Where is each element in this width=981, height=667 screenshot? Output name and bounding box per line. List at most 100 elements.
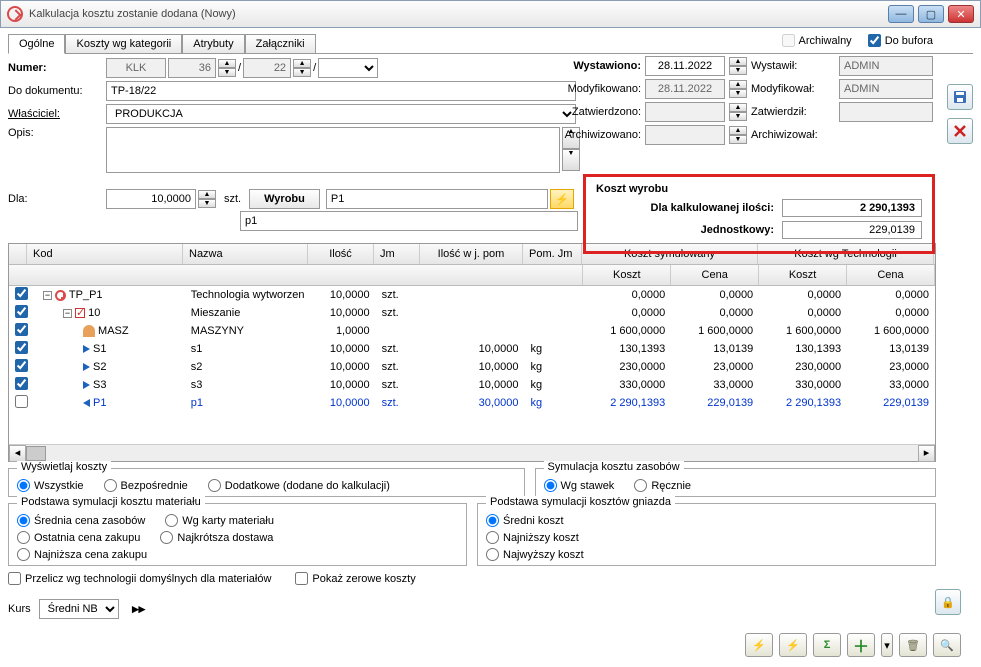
row-checkbox[interactable] [15, 341, 28, 354]
numer-n1-spin[interactable]: ▲▼ [218, 59, 236, 77]
add-button[interactable]: ＋ [847, 633, 875, 657]
radio-najnizsza[interactable]: Najniższa cena zakupu [17, 548, 147, 561]
kurs-next-button[interactable]: ▸▸ [127, 597, 151, 621]
gh-ilosc[interactable]: Ilość [308, 244, 374, 264]
wysw-legend: Wyświetlaj koszty [17, 461, 111, 473]
check-icon [75, 308, 85, 318]
radio-ostatnia[interactable]: Ostatnia cena zakupu [17, 531, 140, 544]
sym-legend: Symulacja kosztu zasobów [544, 461, 684, 473]
wlasciciel-label[interactable]: Właściciel: [8, 108, 104, 120]
wyrobu-button[interactable]: Wyrobu [249, 189, 320, 209]
table-row[interactable]: P1p110,0000szt.30,0000kg2 290,1393229,01… [9, 394, 935, 412]
radio-recznie[interactable]: Ręcznie [634, 479, 691, 492]
gh-pomjm[interactable]: Pom. Jm [523, 244, 582, 264]
numer-n1[interactable] [168, 58, 216, 78]
add-dropdown[interactable]: ▾ [881, 633, 893, 657]
radio-najnizszy-koszt[interactable]: Najniższy koszt [486, 531, 579, 544]
modyf-spin: ▲▼ [729, 80, 747, 98]
zoom-button[interactable]: 🔍 [933, 633, 961, 657]
numer-n2[interactable] [243, 58, 291, 78]
wyrobu-desc-field[interactable] [240, 211, 578, 231]
dla-spin[interactable]: ▲▼ [198, 190, 216, 208]
lock-button[interactable]: 🔒 [935, 589, 961, 615]
tree-expand[interactable]: − [43, 291, 52, 300]
modyf-label: Modyfikowano: [551, 83, 641, 95]
row-checkbox[interactable] [15, 287, 28, 300]
wyrobu-field[interactable] [326, 189, 548, 209]
dla-field[interactable] [106, 189, 196, 209]
przelicz-checkbox[interactable]: Przelicz wg technologii domyślnych dla m… [8, 572, 271, 585]
arch-label: Archiwizowano: [551, 129, 641, 141]
gh-iloscp[interactable]: Ilość w j. pom [420, 244, 523, 264]
bolt-green-button[interactable]: ⚡ [779, 633, 807, 657]
numer-n2-spin[interactable]: ▲▼ [293, 59, 311, 77]
pokaz-checkbox[interactable]: Pokaż zerowe koszty [295, 572, 415, 585]
gh-k2[interactable]: Koszt [759, 265, 847, 285]
sigma-button[interactable]: Σ [813, 633, 841, 657]
archiwalny-label: Archiwalny [799, 35, 852, 47]
wystawiono-spin[interactable]: ▲▼ [729, 57, 747, 75]
archiwalny-checkbox[interactable]: Archiwalny [782, 34, 852, 47]
wlasciciel-select[interactable]: PRODUKCJA [106, 104, 576, 124]
gh-c2[interactable]: Cena [847, 265, 935, 285]
tab-zalaczniki[interactable]: Załączniki [245, 34, 316, 53]
koszt-jedn-label: Jednostkowy: [701, 224, 774, 236]
mat-legend: Podstawa symulacji kosztu materiału [17, 496, 205, 508]
dla-jm: szt. [224, 193, 241, 205]
radio-sredni-koszt[interactable]: Średni koszt [486, 514, 564, 527]
gni-legend: Podstawa symulacji kosztów gniazda [486, 496, 675, 508]
close-button[interactable]: ✕ [948, 5, 974, 23]
tab-koszty[interactable]: Koszty wg kategorii [65, 34, 182, 53]
save-button[interactable] [947, 84, 973, 110]
row-checkbox[interactable] [15, 305, 28, 318]
app-icon [7, 6, 23, 22]
radio-najwyzszy-koszt[interactable]: Najwyższy koszt [486, 548, 584, 561]
radio-wgkarty[interactable]: Wg karty materiału [165, 514, 274, 527]
cancel-button[interactable] [947, 118, 973, 144]
radio-srednia[interactable]: Średnia cena zasobów [17, 514, 145, 527]
zatw-date [645, 102, 725, 122]
table-row[interactable]: − 10Mieszanie10,0000szt.0,00000,00000,00… [9, 304, 935, 322]
opis-field[interactable] [106, 127, 560, 173]
gh-k1[interactable]: Koszt [583, 265, 671, 285]
row-checkbox[interactable] [15, 359, 28, 372]
tab-ogolne[interactable]: Ogólne [8, 34, 65, 54]
row-checkbox[interactable] [15, 395, 28, 408]
gh-kod[interactable]: Kod [27, 244, 183, 264]
bolt-orange-button[interactable]: ⚡ [745, 633, 773, 657]
table-row[interactable]: S3s310,0000szt.10,0000kg330,000033,00003… [9, 376, 935, 394]
wystawiono-date[interactable] [645, 56, 725, 76]
trash-button[interactable]: 🗑 [899, 633, 927, 657]
kurs-select[interactable]: Średni NBP [39, 599, 119, 619]
gh-c1[interactable]: Cena [671, 265, 759, 285]
radio-najkrotsza[interactable]: Najkrótsza dostawa [160, 531, 273, 544]
table-row[interactable]: S2s210,0000szt.10,0000kg230,000023,00002… [9, 358, 935, 376]
maximize-button[interactable]: ▢ [918, 5, 944, 23]
dobufora-checkbox[interactable]: Do bufora [868, 34, 933, 47]
radio-dodatkowe[interactable]: Dodatkowe (dodane do kalkulacji) [208, 479, 390, 492]
minimize-button[interactable]: — [888, 5, 914, 23]
row-checkbox[interactable] [15, 377, 28, 390]
table-row[interactable]: S1s110,0000szt.10,0000kg130,139313,01391… [9, 340, 935, 358]
numer-suffix[interactable] [318, 58, 378, 78]
numer-series[interactable] [106, 58, 166, 78]
flash-button[interactable]: ⚡ [550, 189, 574, 209]
radio-wszystkie[interactable]: Wszystkie [17, 479, 84, 492]
table-row[interactable]: − TP_P1Technologia wytworzen10,0000szt.0… [9, 286, 935, 304]
zatw-label: Zatwierdzono: [551, 106, 641, 118]
tree-expand[interactable]: − [63, 309, 72, 318]
kurs-label: Kurs [8, 603, 31, 615]
zatwierdzil-field [839, 102, 933, 122]
row-checkbox[interactable] [15, 323, 28, 336]
wystawil-label: Wystawił: [751, 60, 835, 72]
tech-icon [55, 290, 66, 301]
gh-jm[interactable]: Jm [374, 244, 420, 264]
table-row[interactable]: MASZMASZYNY1,00001 600,00001 600,00001 6… [9, 322, 935, 340]
dokument-field[interactable] [106, 81, 576, 101]
radio-wgstawek[interactable]: Wg stawek [544, 479, 615, 492]
tab-atrybuty[interactable]: Atrybuty [182, 34, 244, 53]
koszt-dla-label: Dla kalkulowanej ilości: [651, 202, 775, 214]
gh-nazwa[interactable]: Nazwa [183, 244, 308, 264]
grid-hscroll[interactable]: ◂▸ [9, 444, 935, 461]
radio-bezposrednie[interactable]: Bezpośrednie [104, 479, 188, 492]
